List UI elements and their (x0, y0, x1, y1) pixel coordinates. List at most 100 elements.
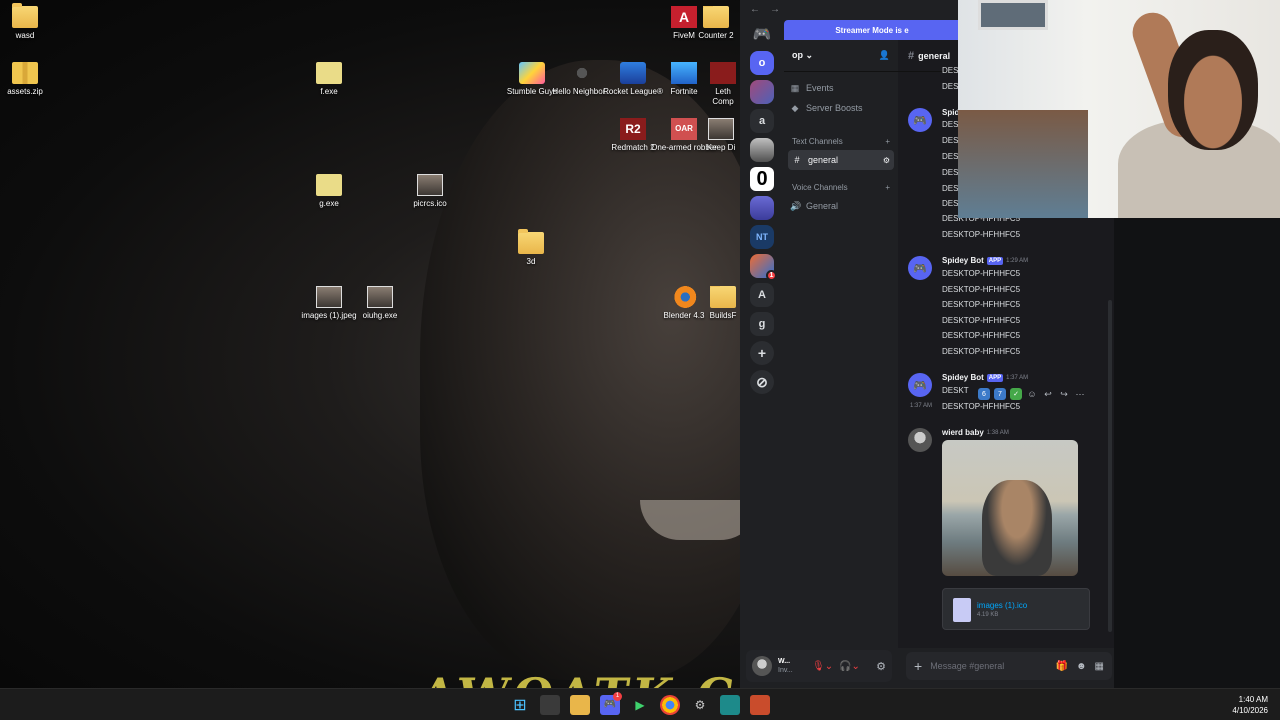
server-A[interactable]: A (750, 283, 774, 307)
windows-start-icon[interactable]: ⊞ (510, 695, 530, 715)
emoji-icon[interactable]: ☻ (1076, 661, 1087, 672)
message-line: DESKTOP-HFHHFC5 (942, 269, 1021, 278)
server-boosts-label: Server Boosts (806, 103, 863, 113)
message-input[interactable]: Message #general (930, 661, 1047, 671)
user-info[interactable]: W... Inv... (778, 657, 806, 675)
desktop: AWOATK.COM wasd assets.zip f.exe g.exe p… (0, 0, 740, 688)
discord-taskbar-icon[interactable]: 🎮 1 (600, 691, 622, 715)
desktop-icon-counter[interactable]: Counter 2 (692, 6, 740, 41)
image-attachment[interactable] (942, 440, 1078, 576)
message-composer[interactable]: + Message #general 🎁 ☻ ▦ (906, 652, 1112, 680)
user-avatar[interactable] (908, 428, 932, 452)
add-reaction-icon[interactable]: ☺ (1026, 389, 1038, 399)
server-g[interactable]: g (750, 312, 774, 336)
bot-avatar-icon[interactable]: 🎮 (908, 108, 932, 132)
settings-gear-icon[interactable]: ⚙ (690, 695, 710, 715)
voice-channels-category[interactable]: Voice Channels + (784, 178, 898, 196)
reply-icon[interactable]: ↩ (1042, 389, 1054, 400)
server-a[interactable]: a (750, 109, 774, 133)
message-line: DESKTOP-HFHHFC5 (942, 300, 1021, 309)
streamer-mode-banner[interactable]: Streamer Mode is e (784, 20, 960, 40)
add-server-icon[interactable]: + (750, 341, 774, 365)
forward-arrow-icon[interactable]: → (770, 4, 780, 15)
desktop-icon-label: assets.zip (7, 87, 43, 96)
app-icon[interactable] (720, 694, 740, 715)
server-icon-art[interactable]: 1 (750, 254, 777, 281)
chrome-icon[interactable] (660, 694, 680, 715)
direct-messages-button[interactable]: 🎮 (750, 22, 774, 46)
desktop-icon-wasd[interactable]: wasd (0, 3, 59, 41)
voice-channel-general[interactable]: 🔊 General (784, 196, 898, 216)
events-item[interactable]: ▦ Events (784, 78, 898, 98)
play-icon[interactable]: ▶ (630, 695, 650, 715)
attach-plus-icon[interactable]: + (914, 658, 922, 674)
more-options-icon[interactable]: ⋯ (1074, 389, 1086, 400)
user-settings-gear-icon[interactable]: ⚙ (876, 660, 886, 673)
back-arrow-icon[interactable]: ← (750, 4, 760, 15)
forward-icon[interactable]: ↪ (1058, 389, 1070, 400)
desktop-icon-lethal[interactable]: Leth Comp (706, 62, 740, 107)
file-name-link[interactable]: images (1).ico (977, 601, 1027, 610)
file-explorer-icon[interactable] (570, 694, 590, 715)
add-channel-icon[interactable]: + (885, 137, 890, 146)
server-name: op (792, 50, 803, 60)
invite-people-icon[interactable]: 👤 (879, 50, 890, 61)
mic-muted-icon[interactable]: 🎙⌄ (812, 661, 833, 672)
server-icon-art[interactable]: NT (750, 225, 774, 249)
server-header[interactable]: op ⌄ 👤 (784, 40, 898, 72)
channel-settings-icon[interactable]: ⚙ (883, 156, 890, 165)
events-label: Events (806, 83, 834, 93)
desktop-icon-f-exe[interactable]: f.exe (295, 62, 363, 97)
server-o[interactable]: o (750, 51, 774, 75)
hover-timestamp: 1:37 AM (910, 403, 933, 409)
desktop-icon-oiuhg[interactable]: oiuhg.exe (346, 286, 414, 321)
bot-avatar-icon[interactable]: 🎮 (908, 373, 932, 397)
task-view-icon[interactable] (540, 694, 560, 715)
add-channel-icon[interactable]: + (885, 183, 890, 192)
server-icon-art[interactable] (750, 80, 774, 104)
discover-compass-icon[interactable]: ⊘ (750, 370, 774, 394)
server-boosts-item[interactable]: ◆ Server Boosts (784, 98, 898, 118)
message-line: DESKTOP-HFHHFC5 (942, 285, 1021, 294)
author-name[interactable]: Spidey Bot (942, 373, 984, 382)
game-app-icon[interactable] (750, 694, 770, 715)
user-avatar[interactable] (752, 656, 772, 676)
gift-icon[interactable]: 🎁 (1056, 661, 1068, 672)
server-zero[interactable]: 0 (750, 167, 774, 191)
user-status: Inv... (778, 667, 793, 674)
reaction-button[interactable]: 6 (978, 388, 990, 400)
stumble-guys-icon (519, 62, 545, 84)
desktop-icon-g-exe[interactable]: g.exe (295, 174, 363, 209)
chevron-down-icon: ⌄ (805, 50, 814, 60)
message-line: DESKTOP-HFHHFC5 (942, 316, 1021, 325)
message-meta: Spidey Bot APP 1:37 AM (942, 373, 1028, 382)
author-name[interactable]: wierd baby (942, 428, 984, 437)
chat-scrollbar[interactable] (1108, 300, 1112, 632)
desktop-icon-builds[interactable]: BuildsF (706, 286, 740, 321)
apps-icon[interactable]: ▦ (1095, 661, 1104, 672)
headphones-deafened-icon[interactable]: 🎧⌄ (839, 661, 860, 672)
reaction-button[interactable]: ✓ (1010, 388, 1022, 400)
system-clock[interactable]: 1:40 AM 4/10/2026 (1232, 694, 1268, 716)
server-list: 🎮 o a 0 NT 1 A g + ⊘ (740, 18, 784, 648)
webcam-window (978, 0, 1048, 30)
channel-label: general (808, 155, 839, 165)
text-channels-category[interactable]: Text Channels + (784, 132, 898, 150)
desktop-icon-3d[interactable]: 3d (497, 229, 565, 267)
desktop-icon-assets-zip[interactable]: assets.zip (0, 62, 59, 97)
hello-neighbor-icon (569, 62, 595, 84)
bot-avatar-icon[interactable]: 🎮 (908, 256, 932, 280)
chat-title: general (918, 50, 951, 61)
channel-general[interactable]: # general ⚙ (788, 150, 894, 170)
message-line: DESKTOP-HFHHFC5 (942, 402, 1021, 411)
notification-badge: 1 (613, 691, 622, 701)
desktop-icon-picrcs[interactable]: picrcs.ico (396, 174, 464, 209)
fortnite-icon (671, 62, 697, 84)
server-icon-art[interactable] (750, 138, 774, 162)
file-attachment[interactable]: images (1).ico 4.19 KB (942, 588, 1090, 630)
author-name[interactable]: Spidey Bot (942, 256, 984, 265)
reaction-button[interactable]: 7 (994, 388, 1006, 400)
desktop-icon-keep-digging[interactable]: Keep Di (702, 118, 740, 153)
server-folder[interactable] (750, 196, 774, 220)
taskbar-apps: ⊞ 🎮 1 ▶ ⚙ (510, 691, 770, 715)
